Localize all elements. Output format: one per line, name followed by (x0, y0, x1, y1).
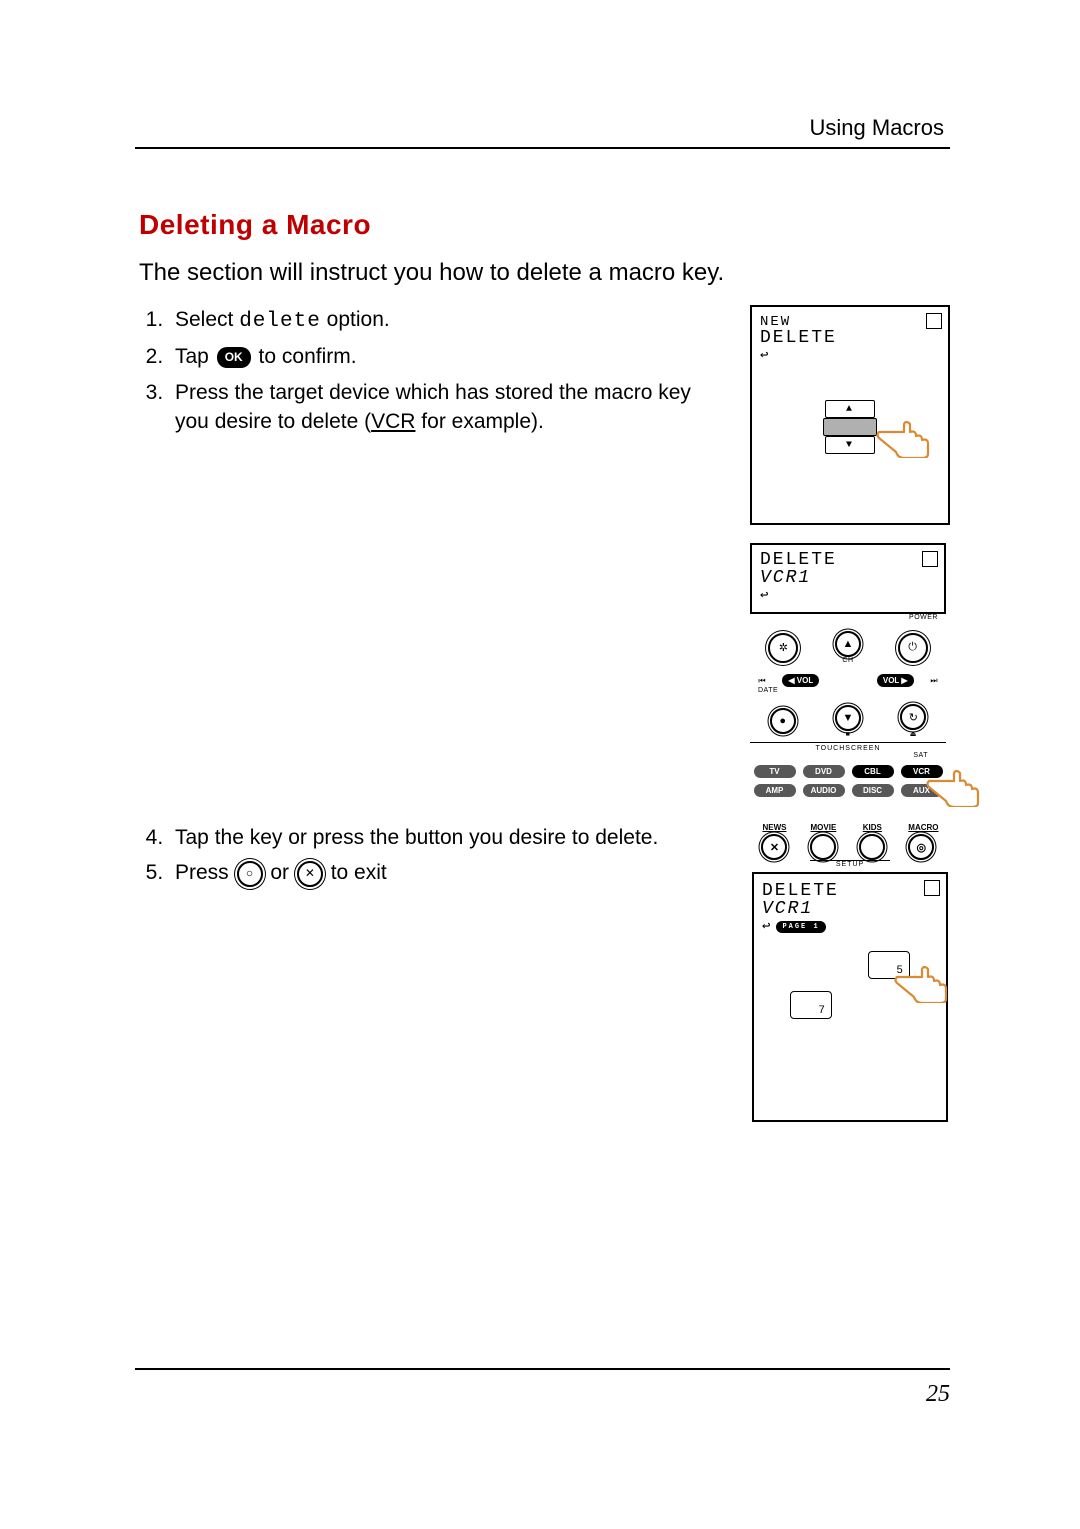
device-disc: DISC (852, 784, 894, 797)
macro-key-7: 7 (790, 991, 832, 1019)
back-arrow-icon: ↩ (760, 347, 940, 364)
step-list-b: Tap the key or press the button you desi… (135, 823, 726, 894)
step-5: Press ○ or ✕ to exit (169, 858, 726, 887)
ch-down-button: ▼ (835, 705, 861, 731)
menu-selected-item (823, 418, 877, 436)
step-3: Press the target device which has stored… (169, 378, 726, 437)
repeat-button: ↻ (900, 704, 926, 730)
menu-down-button: ▼ (825, 436, 875, 454)
figure-1-lcd: NEW DELETE ↩ ▲ ▼ (750, 305, 950, 525)
device-tv: TV (754, 765, 796, 778)
step-2: Tap OK to confirm. (169, 342, 726, 371)
step-1: Select delete option. (169, 305, 726, 336)
page-number: 25 (926, 1381, 950, 1408)
scroll-indicator-icon (924, 880, 940, 896)
intro-text: The section will instruct you how to del… (139, 259, 950, 287)
ch-up-button: ▲ (835, 631, 861, 657)
next-track-icon: ⏭ (930, 676, 937, 686)
hand-pointer-icon (876, 412, 936, 458)
settings-knob: ✲ (768, 633, 798, 663)
hand-pointer-icon (894, 957, 954, 1003)
macro-knob-news: ✕ (761, 834, 787, 860)
prev-track-icon: ⏮ (758, 676, 765, 686)
power-button: ⏻ (898, 633, 928, 663)
step-list-a: Select delete option. Tap OK to confirm.… (135, 305, 726, 443)
macro-knob-kids (859, 834, 885, 860)
device-audio: AUDIO (803, 784, 845, 797)
back-arrow-icon: ↩ (760, 587, 936, 604)
device-amp: AMP (754, 784, 796, 797)
page-badge: PAGE 1 (776, 921, 825, 933)
header-rule (135, 147, 950, 149)
menu-up-button: ▲ (825, 400, 875, 418)
cancel-circle-icon: ✕ (297, 861, 323, 887)
scroll-indicator-icon (926, 313, 942, 329)
eject-icon: ⏏ (910, 730, 917, 738)
device-cbl: CBL (852, 765, 894, 778)
vol-down-button: ◀ VOL (782, 674, 819, 687)
macro-knob-macro: ◎ (908, 834, 934, 860)
hand-pointer-icon (926, 761, 986, 807)
back-arrow-icon: ↩ (762, 918, 772, 935)
ok-circle-icon: ○ (237, 861, 263, 887)
scroll-indicator-icon (922, 551, 938, 567)
figure-3: NEWS✕ MOVIE KIDS MACRO◎ SETUP DELETE VCR… (750, 823, 950, 1122)
macro-knob-movie (810, 834, 836, 860)
vol-up-button: VOL ▶ (877, 674, 914, 687)
section-title: Deleting a Macro (139, 209, 950, 241)
step-4: Tap the key or press the button you desi… (169, 823, 726, 852)
ok-pill-icon: OK (217, 347, 251, 368)
footer-rule (135, 1368, 950, 1370)
device-dvd: DVD (803, 765, 845, 778)
figure-2-remote: DELETE VCR1 ↩ POWER ✲ ▲ CH ⏻ ⏮ (750, 543, 946, 797)
record-button: ● (770, 708, 796, 734)
running-head: Using Macros (810, 115, 944, 141)
